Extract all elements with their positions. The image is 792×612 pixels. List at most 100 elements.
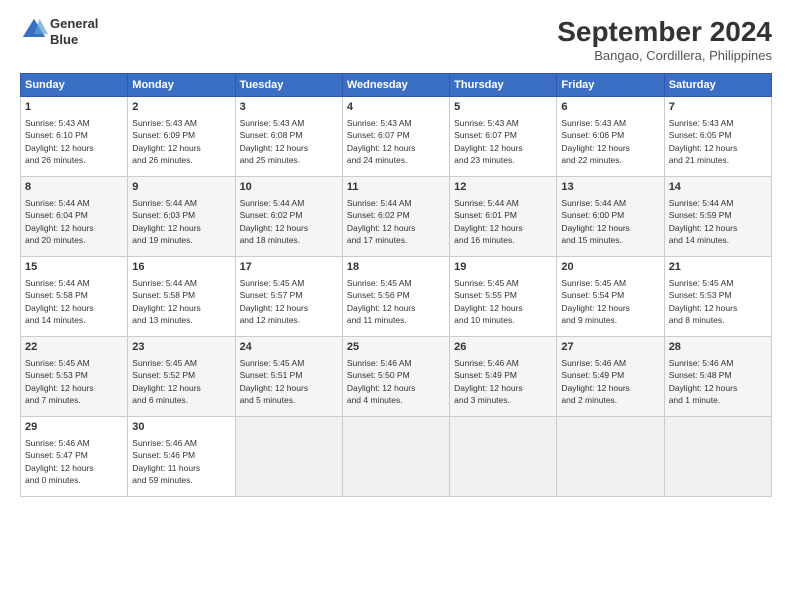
day-info: Daylight: 12 hours — [132, 222, 230, 234]
day-info: Daylight: 12 hours — [669, 142, 767, 154]
day-info: Daylight: 12 hours — [347, 382, 445, 394]
table-row: 29Sunrise: 5:46 AMSunset: 5:47 PMDayligh… — [21, 417, 128, 497]
table-row: 16Sunrise: 5:44 AMSunset: 5:58 PMDayligh… — [128, 257, 235, 337]
logo-text: General Blue — [50, 16, 98, 47]
day-info: Daylight: 12 hours — [347, 222, 445, 234]
day-number: 8 — [25, 180, 123, 196]
day-info: Sunrise: 5:44 AM — [25, 277, 123, 289]
week-row: 22Sunrise: 5:45 AMSunset: 5:53 PMDayligh… — [21, 337, 772, 417]
day-info: Sunset: 6:08 PM — [240, 129, 338, 141]
day-info: Sunset: 6:02 PM — [240, 209, 338, 221]
day-info: Sunset: 5:49 PM — [561, 369, 659, 381]
day-info: Daylight: 12 hours — [25, 142, 123, 154]
table-row: 7Sunrise: 5:43 AMSunset: 6:05 PMDaylight… — [664, 97, 771, 177]
day-info: Daylight: 12 hours — [132, 382, 230, 394]
day-info: Sunrise: 5:45 AM — [561, 277, 659, 289]
logo-icon — [20, 16, 48, 44]
day-info: and 26 minutes. — [132, 154, 230, 166]
day-info: Sunrise: 5:43 AM — [561, 117, 659, 129]
table-row: 17Sunrise: 5:45 AMSunset: 5:57 PMDayligh… — [235, 257, 342, 337]
col-thursday: Thursday — [450, 74, 557, 97]
day-info: and 12 minutes. — [240, 314, 338, 326]
day-info: Sunset: 5:49 PM — [454, 369, 552, 381]
day-info: Sunset: 6:07 PM — [347, 129, 445, 141]
day-info: Daylight: 12 hours — [240, 222, 338, 234]
logo: General Blue — [20, 16, 98, 47]
day-info: and 20 minutes. — [25, 234, 123, 246]
day-number: 9 — [132, 180, 230, 196]
table-row: 5Sunrise: 5:43 AMSunset: 6:07 PMDaylight… — [450, 97, 557, 177]
day-info: Daylight: 12 hours — [25, 382, 123, 394]
day-info: and 2 minutes. — [561, 394, 659, 406]
day-number: 10 — [240, 180, 338, 196]
day-info: and 26 minutes. — [25, 154, 123, 166]
table-row: 11Sunrise: 5:44 AMSunset: 6:02 PMDayligh… — [342, 177, 449, 257]
day-info: Daylight: 12 hours — [25, 222, 123, 234]
day-number: 26 — [454, 340, 552, 356]
day-info: Sunrise: 5:45 AM — [240, 277, 338, 289]
day-number: 6 — [561, 100, 659, 116]
week-row: 29Sunrise: 5:46 AMSunset: 5:47 PMDayligh… — [21, 417, 772, 497]
day-info: Sunrise: 5:44 AM — [669, 197, 767, 209]
day-info: Sunrise: 5:44 AM — [132, 277, 230, 289]
table-row — [342, 417, 449, 497]
day-info: Sunrise: 5:46 AM — [669, 357, 767, 369]
day-number: 16 — [132, 260, 230, 276]
header: General Blue September 2024 Bangao, Cord… — [20, 16, 772, 63]
table-row: 20Sunrise: 5:45 AMSunset: 5:54 PMDayligh… — [557, 257, 664, 337]
day-info: Daylight: 12 hours — [561, 382, 659, 394]
day-info: Sunrise: 5:44 AM — [561, 197, 659, 209]
day-number: 11 — [347, 180, 445, 196]
day-info: Sunrise: 5:43 AM — [240, 117, 338, 129]
day-number: 3 — [240, 100, 338, 116]
day-info: Daylight: 12 hours — [561, 222, 659, 234]
day-info: Sunrise: 5:44 AM — [25, 197, 123, 209]
day-info: and 17 minutes. — [347, 234, 445, 246]
day-info: Sunrise: 5:46 AM — [132, 437, 230, 449]
day-info: Sunset: 5:52 PM — [132, 369, 230, 381]
calendar-table: Sunday Monday Tuesday Wednesday Thursday… — [20, 73, 772, 497]
table-row: 9Sunrise: 5:44 AMSunset: 6:03 PMDaylight… — [128, 177, 235, 257]
day-info: and 4 minutes. — [347, 394, 445, 406]
day-number: 28 — [669, 340, 767, 356]
day-info: and 21 minutes. — [669, 154, 767, 166]
day-info: Sunset: 6:05 PM — [669, 129, 767, 141]
table-row: 13Sunrise: 5:44 AMSunset: 6:00 PMDayligh… — [557, 177, 664, 257]
week-row: 1Sunrise: 5:43 AMSunset: 6:10 PMDaylight… — [21, 97, 772, 177]
day-info: and 10 minutes. — [454, 314, 552, 326]
table-row: 1Sunrise: 5:43 AMSunset: 6:10 PMDaylight… — [21, 97, 128, 177]
day-info: and 22 minutes. — [561, 154, 659, 166]
day-info: and 24 minutes. — [347, 154, 445, 166]
day-info: Daylight: 12 hours — [561, 142, 659, 154]
header-row: Sunday Monday Tuesday Wednesday Thursday… — [21, 74, 772, 97]
day-info: Sunset: 5:51 PM — [240, 369, 338, 381]
table-row: 22Sunrise: 5:45 AMSunset: 5:53 PMDayligh… — [21, 337, 128, 417]
table-row — [235, 417, 342, 497]
day-info: Sunset: 6:10 PM — [25, 129, 123, 141]
day-number: 2 — [132, 100, 230, 116]
day-info: Daylight: 12 hours — [347, 142, 445, 154]
day-info: Sunrise: 5:45 AM — [347, 277, 445, 289]
table-row: 21Sunrise: 5:45 AMSunset: 5:53 PMDayligh… — [664, 257, 771, 337]
day-info: Sunset: 5:47 PM — [25, 449, 123, 461]
table-row: 2Sunrise: 5:43 AMSunset: 6:09 PMDaylight… — [128, 97, 235, 177]
day-info: and 13 minutes. — [132, 314, 230, 326]
day-info: Sunrise: 5:45 AM — [240, 357, 338, 369]
day-info: Daylight: 12 hours — [347, 302, 445, 314]
table-row: 4Sunrise: 5:43 AMSunset: 6:07 PMDaylight… — [342, 97, 449, 177]
day-info: and 59 minutes. — [132, 474, 230, 486]
day-info: Sunset: 5:57 PM — [240, 289, 338, 301]
day-number: 29 — [25, 420, 123, 436]
day-info: and 14 minutes. — [669, 234, 767, 246]
day-info: Sunrise: 5:44 AM — [132, 197, 230, 209]
col-saturday: Saturday — [664, 74, 771, 97]
table-row: 10Sunrise: 5:44 AMSunset: 6:02 PMDayligh… — [235, 177, 342, 257]
col-monday: Monday — [128, 74, 235, 97]
day-info: Daylight: 12 hours — [454, 142, 552, 154]
table-row: 19Sunrise: 5:45 AMSunset: 5:55 PMDayligh… — [450, 257, 557, 337]
day-info: Daylight: 12 hours — [132, 142, 230, 154]
day-info: Sunset: 5:58 PM — [132, 289, 230, 301]
day-info: Sunset: 5:50 PM — [347, 369, 445, 381]
title-block: September 2024 Bangao, Cordillera, Phili… — [557, 16, 772, 63]
day-number: 21 — [669, 260, 767, 276]
